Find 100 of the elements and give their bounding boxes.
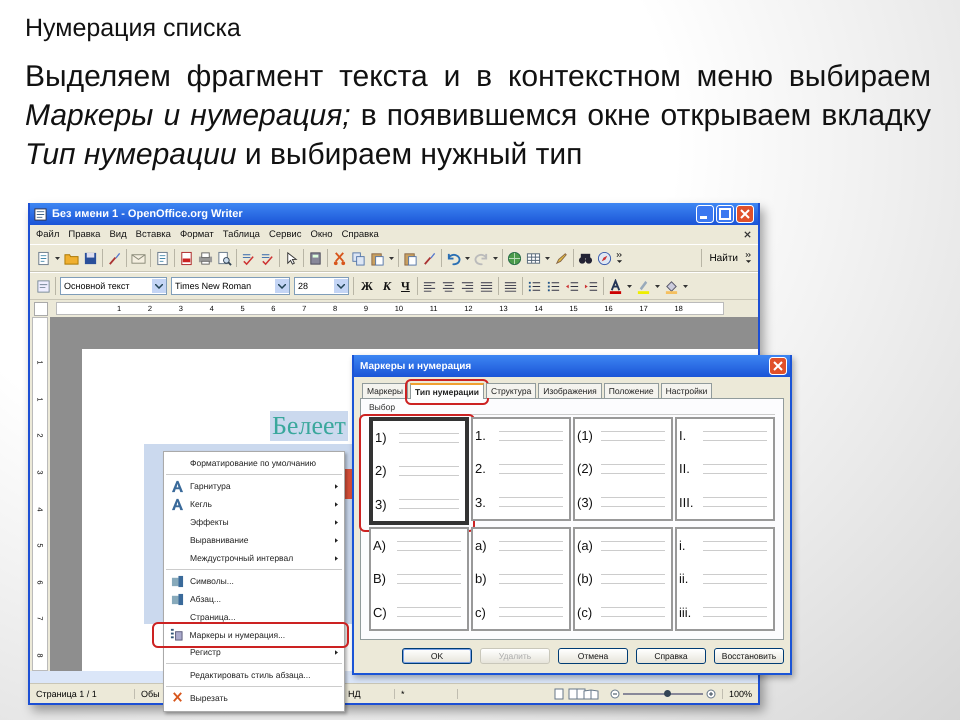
brush-icon[interactable] [107,250,122,266]
numbering-option[interactable]: 1. 2. 3. [471,417,571,521]
context-menu-item[interactable]: Выравнивание [164,531,344,549]
dialog-tab[interactable]: Настройки [660,383,712,398]
paintbrush-icon[interactable] [422,250,437,266]
dropdown-arrow-button[interactable] [275,279,289,293]
table-icon[interactable] [526,250,541,266]
menu-item[interactable]: Вид [109,229,127,240]
numbering-label: ii. [679,571,690,586]
globe-icon[interactable] [507,250,522,266]
zoom-in-icon[interactable] [706,688,716,698]
menu-item[interactable]: Справка [342,229,379,240]
context-menu-item[interactable]: Вырезать [164,689,344,707]
context-menu-item[interactable]: Страница... [164,608,344,626]
numbering-option[interactable]: (a) (b) (c) [573,527,673,631]
numbering-option[interactable]: i. ii. iii. [675,527,775,631]
context-menu-item[interactable]: Регистр [164,643,344,661]
preview-lines [399,432,459,443]
fill-color-icon[interactable] [664,278,679,294]
format-button[interactable]: Ч [398,278,413,294]
dialog-button[interactable]: Отмена [558,648,628,664]
menu-item[interactable]: Окно [310,229,333,240]
zoom-out-icon[interactable] [610,688,620,698]
font-size-dropdown[interactable]: 28 [294,277,349,295]
font-color-icon[interactable] [608,278,623,294]
dialog-tab[interactable]: Структура [486,383,536,398]
numbering-option[interactable]: 1) 2) 3) [369,417,469,525]
context-menu-item[interactable]: Символы... [164,572,344,590]
cut-icon[interactable] [332,250,347,266]
menu-item[interactable]: Файл [36,229,60,240]
context-menu-item[interactable]: Кегль [164,495,344,513]
paragraph-style-dropdown[interactable]: Основной текст [60,277,167,295]
close-button[interactable] [769,357,787,375]
caret-icon[interactable] [465,256,470,260]
preview-lines [601,430,665,441]
page-edit-icon[interactable] [155,250,170,266]
pdf-icon[interactable] [179,250,194,266]
chevron-icon[interactable] [616,250,623,266]
close-button[interactable] [736,205,754,223]
preview-lines [703,430,767,441]
dropdown-arrow-button[interactable] [152,279,166,293]
copy-icon[interactable] [351,250,366,266]
caret-icon[interactable] [389,256,394,260]
list-icon [170,628,183,641]
numbering-option[interactable]: a) b) c) [471,527,571,631]
context-menu-item[interactable]: Эффекты [164,513,344,531]
caret-icon[interactable] [493,256,498,260]
dialog-tab[interactable]: Положение [604,383,659,398]
dialog-tab[interactable]: Маркеры [362,383,408,398]
dialog-button[interactable]: Справка [636,648,706,664]
paste-icon[interactable] [370,250,385,266]
context-menu-item[interactable]: Редактировать стиль абзаца... [164,666,344,684]
context-menu-item[interactable]: Форматирование по умолчанию [164,454,344,472]
maximize-button[interactable] [716,205,734,223]
font-name-dropdown[interactable]: Times New Roman [171,277,290,295]
context-menu-item[interactable]: Междустрочный интервал [164,549,344,567]
caret-icon[interactable] [545,256,550,260]
close-document-icon[interactable] [743,230,752,239]
numbering-label: 3) [375,496,388,512]
numbering-label: (b) [577,571,594,586]
caret-icon[interactable] [682,284,688,288]
dropdown-arrow-button[interactable] [334,279,348,293]
numbering-option[interactable]: (1) (2) (3) [573,417,673,521]
calculator-icon[interactable] [308,250,323,266]
find-button[interactable]: Найти [706,250,741,266]
dialog-tab[interactable]: Тип нумерации [410,383,484,399]
app-icon [34,208,47,220]
print-preview-icon[interactable] [217,250,232,266]
dialog-button[interactable]: Восстановить [714,648,784,664]
context-menu-item[interactable]: Абзац... [164,590,344,608]
pen-icon[interactable] [554,250,569,266]
numbering-label: 2) [375,463,388,478]
printer-icon[interactable] [198,250,213,266]
menu-item[interactable]: Таблица [222,229,260,240]
menu-item[interactable]: Правка [68,229,100,240]
numbering-option[interactable]: I. II. III. [675,417,775,521]
menu-item[interactable]: Формат [180,229,214,240]
caret-icon[interactable] [654,284,660,288]
context-menu-item[interactable]: Гарнитура [164,477,344,495]
floppy-icon[interactable] [83,250,98,266]
page-view-icons[interactable] [554,688,600,700]
menu-item[interactable]: Сервис [268,229,302,240]
menu-item[interactable]: Вставка [136,229,171,240]
format-button[interactable]: К [380,278,394,294]
compass-icon[interactable] [597,250,612,266]
caret-icon[interactable] [55,256,60,260]
numbering-option[interactable]: A) B) C) [369,527,469,631]
chevron-icon[interactable] [745,250,752,266]
document-icon[interactable] [36,250,51,266]
clipboard-icon[interactable] [403,250,418,266]
context-menu-item[interactable]: Маркеры и нумерация... [164,626,344,644]
caret-icon[interactable] [626,284,632,288]
format-button[interactable]: Ж [358,278,376,294]
styles-icon[interactable] [36,278,51,294]
minimize-button[interactable] [696,205,714,223]
dialog-tab[interactable]: Изображения [538,383,602,398]
dialog-button[interactable]: OK [402,648,472,664]
numbering-label: 1. [475,428,487,444]
chevron-down-icon [337,284,345,288]
numbering-label: 3. [475,494,487,510]
